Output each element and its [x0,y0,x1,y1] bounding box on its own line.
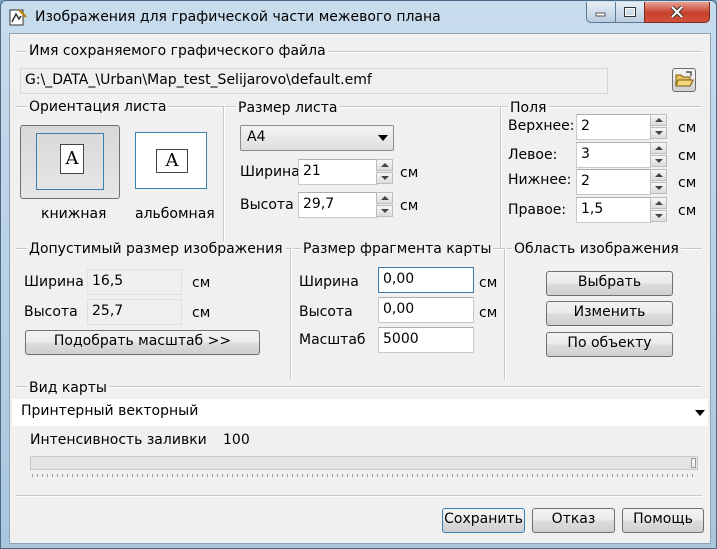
change-area-button[interactable]: Изменить [546,301,673,326]
margin-top-unit: см [678,120,697,136]
margin-bottom-input[interactable]: 2 [576,169,651,195]
margin-left-input[interactable]: 3 [576,142,651,168]
allowed-width-field: 16,5 [87,269,182,295]
margin-left-label: Левое: [508,147,558,163]
close-icon [670,5,684,19]
margin-bottom-unit: см [678,175,697,191]
margin-top-label: Верхнее: [508,118,575,134]
map-view-dropdown[interactable]: Принтерный векторный [12,399,708,426]
fragment-height-input[interactable]: 0,00 [378,297,474,323]
app-icon [9,8,27,26]
dialog-window: Изображения для графической части межево… [0,0,717,549]
margin-right-stepper[interactable] [650,197,667,223]
allowed-height-field: 25,7 [87,299,182,325]
landscape-label: альбомная [135,206,215,222]
sheet-height-stepper[interactable] [376,192,393,218]
sheet-height-label: Высота [240,197,294,213]
separator [504,248,506,380]
sheet-width-label: Ширина [240,164,300,180]
fragment-height-unit: см [479,305,498,321]
map-view-value: Принтерный векторный [21,403,199,419]
chevron-down-icon [695,410,705,416]
allowed-height-label: Высота [24,304,78,320]
separator [16,495,702,497]
margin-right-unit: см [678,203,697,219]
separator [223,106,225,248]
margin-right-input[interactable]: 1,5 [576,197,651,223]
landscape-page-icon: A [156,149,188,173]
save-button[interactable]: Сохранить [442,508,525,533]
portrait-page-icon: A [60,144,84,174]
dialog-client-area: Имя сохраняемого графического файла G:\_… [9,33,711,544]
landscape-orientation-button[interactable]: A [135,132,207,189]
separator [16,386,702,388]
chevron-down-icon [378,135,388,141]
sheet-height-unit: см [400,198,419,214]
fragment-scale-input[interactable]: 5000 [378,327,474,353]
fragment-group-label: Размер фрагмента карты [301,241,494,257]
sheet-format-dropdown[interactable]: A4 [240,125,394,151]
sheet-format-value: A4 [247,129,266,145]
separator [500,106,502,248]
fragment-height-label: Высота [299,304,353,320]
minimize-icon [595,12,606,17]
fragment-width-label: Ширина [299,274,359,290]
cancel-button[interactable]: Отказ [532,508,615,533]
margin-right-label: Правое: [508,202,567,218]
sheet-size-group-label: Размер листа [236,100,340,116]
fill-intensity-slider[interactable] [30,456,698,470]
margins-group-label: Поля [508,100,549,116]
margin-bottom-stepper[interactable] [650,169,667,195]
close-button[interactable] [644,2,710,23]
fragment-scale-label: Масштаб [299,332,366,348]
portrait-orientation-button[interactable]: A [20,125,120,199]
select-area-button[interactable]: Выбрать [546,271,673,296]
slider-thumb[interactable] [691,458,696,468]
minimize-button[interactable] [586,2,616,23]
fit-scale-button[interactable]: Подобрать масштаб >> [25,330,260,355]
window-title: Изображения для графической части межево… [35,9,441,25]
map-view-group-label: Вид карты [27,380,109,396]
portrait-label: книжная [41,206,107,222]
separator [290,248,292,380]
allowed-width-label: Ширина [24,274,84,290]
file-path-field[interactable]: G:\_DATA_\Urban\Map_test_Selijarovo\defa… [20,68,608,94]
sheet-width-stepper[interactable] [376,159,393,185]
sheet-width-input[interactable]: 21 [298,159,378,185]
fragment-width-input[interactable]: 0,00 [378,267,474,293]
allowed-height-unit: см [192,305,211,321]
fragment-width-unit: см [479,275,498,291]
margin-left-unit: см [678,148,697,164]
fill-intensity-label: Интенсивность заливки [30,432,207,448]
margin-left-stepper[interactable] [650,142,667,168]
by-object-button[interactable]: По объекту [546,332,673,357]
title-bar[interactable]: Изображения для графической части межево… [1,1,716,33]
sheet-width-unit: см [400,165,419,181]
margin-top-stepper[interactable] [650,114,667,140]
image-area-group-label: Область изображения [512,241,681,257]
browse-folder-button[interactable] [672,68,696,92]
help-button[interactable]: Помощь [622,508,704,533]
maximize-icon [624,7,636,17]
orientation-group-label: Ориентация листа [27,99,169,115]
fill-intensity-value: 100 [223,432,250,448]
margin-top-input[interactable]: 2 [576,114,651,140]
allowed-size-group-label: Допустимый размер изображения [27,241,285,257]
allowed-width-unit: см [192,275,211,291]
open-folder-icon [675,71,694,87]
maximize-button[interactable] [615,2,645,23]
slider-ticks [32,474,696,477]
file-group-label: Имя сохраняемого графического файла [27,43,328,59]
margin-bottom-label: Нижнее: [508,172,572,188]
sheet-height-input[interactable]: 29,7 [298,192,378,218]
